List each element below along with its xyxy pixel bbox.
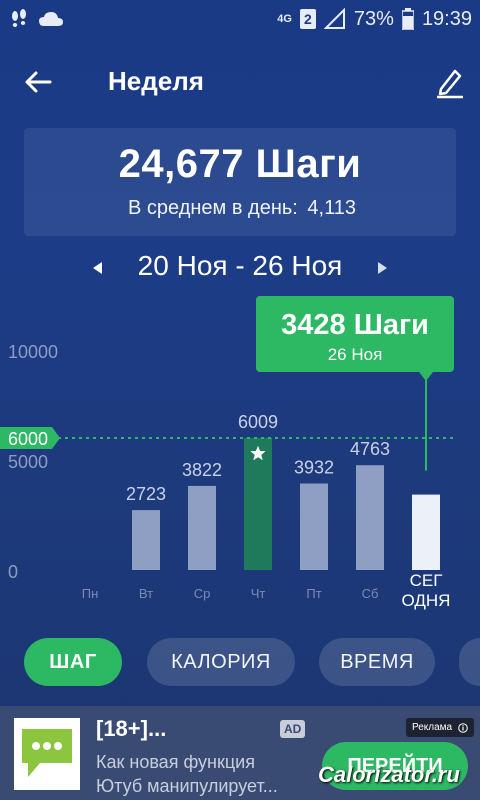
y-tick-label: 10000 [8,342,58,362]
ad-badge: AD [280,720,306,738]
tooltip-value: 3428 Шаги [281,309,429,341]
x-tick-label: Пт [306,586,321,601]
tab-more[interactable] [459,638,480,686]
next-week-button[interactable] [372,256,392,280]
info-icon [458,722,468,733]
x-tick-label: Чт [251,586,266,601]
bar-5 [356,465,384,570]
network-type: 4G [277,13,292,25]
watermark: Calorizator.ru [318,762,460,787]
sim-indicator: 2 [299,9,316,29]
ad-line-1: Как новая функция [96,752,255,772]
date-navigator: 20 Ноя - 26 Ноя [0,246,480,290]
bar-2 [188,485,216,570]
pencil-icon [437,69,463,99]
bar-value-label: 2723 [126,484,166,504]
bar-1 [132,510,160,570]
y-tick-label: 5000 [8,452,48,472]
ad-chat-icon [14,718,80,790]
date-range: 20 Ноя - 26 Ноя [137,250,343,281]
ad-label[interactable]: Реклама [406,718,475,737]
back-button[interactable] [20,64,56,100]
page-title: Неделя [108,66,204,96]
bar-value-label: 4763 [350,439,390,459]
clock: 19:39 [421,7,472,30]
footsteps-icon [8,8,30,30]
tab-calories[interactable]: КАЛОРИЯ [147,638,295,686]
battery-icon [401,8,414,30]
ad-label-text: Реклама [412,722,453,733]
bar-6 [412,494,440,570]
metric-tabs: ШАГ КАЛОРИЯ ВРЕМЯ [0,638,480,688]
edit-button[interactable] [430,62,470,102]
bar-value-label: 3822 [182,460,222,480]
battery-percent: 73% [353,7,394,30]
tooltip-date: 26 Ноя [328,345,383,364]
bar-value-label: 3932 [294,457,334,477]
x-tick-label: Сб [362,586,379,601]
summary-card: 24,677 Шаги В среднем в день: 4,113 [24,128,456,236]
ad-title: [18+]... [96,716,167,741]
x-tick-label: Пн [82,586,99,601]
app-header: Неделя [0,56,480,106]
x-tick-label: Ср [194,586,211,601]
tab-steps[interactable]: ШАГ [24,638,122,686]
ad-description: Как новая функция Ютуб манипулирует... [96,750,278,798]
total-steps: 24,677 Шаги [118,142,362,186]
y-tick-label: 0 [8,562,18,582]
daily-average: В среднем в день: 4,113 [24,197,456,220]
x-tick-label: СЕГ [410,571,443,590]
arrow-left-icon [25,71,52,93]
bar-3 [244,437,272,570]
bar-4 [300,483,328,570]
average-value: 4,113 [307,197,356,219]
bar-value-label: 6009 [238,412,278,432]
ad-line-2: Ютуб манипулирует... [96,776,278,796]
steps-chart: 0 5000 10000 2723 3822 6009 3932 4763 6000 3428 Ш… [0,296,456,610]
cloud-icon [38,10,64,28]
tooltip-pointer [419,372,433,381]
tab-time[interactable]: ВРЕМЯ [319,638,435,686]
signal-icon [323,8,346,30]
status-bar: 4G 2 73% 19:39 [0,0,480,38]
goal-label: 6000 [8,429,48,449]
caret-right-icon [378,262,387,274]
x-tick-label: ОДНЯ [402,591,451,610]
x-tick-label: Вт [139,586,153,601]
average-label: В среднем в день: [128,197,298,219]
